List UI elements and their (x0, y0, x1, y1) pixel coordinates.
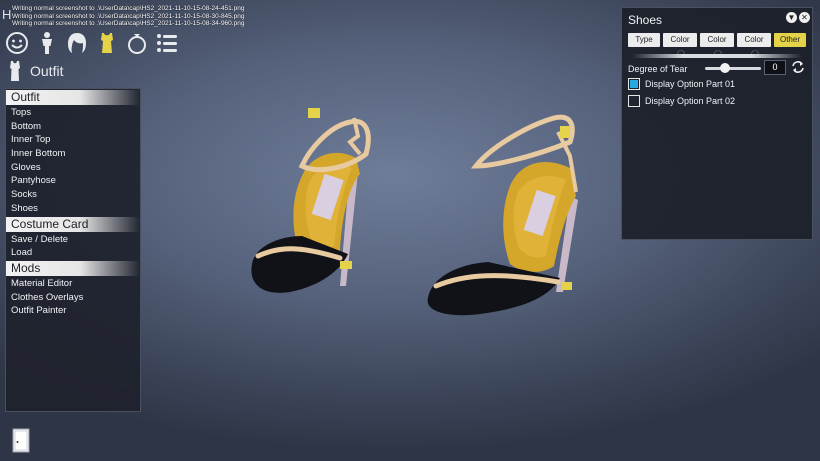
checkbox-part-01[interactable] (628, 78, 640, 90)
hair-icon[interactable] (64, 30, 90, 56)
menu-item-shoes[interactable]: Shoes (6, 202, 140, 216)
divider (632, 54, 802, 58)
reset-icon[interactable] (791, 60, 805, 74)
menu-item-tops[interactable]: Tops (6, 106, 140, 120)
screenshot-log: Writing normal screenshot to .\UserData\… (12, 5, 244, 28)
accessory-icon[interactable] (124, 30, 150, 56)
menu-item-outfit-painter[interactable]: Outfit Painter (6, 304, 140, 318)
tab-color-2[interactable]: Color2 (700, 33, 734, 58)
list-icon[interactable] (154, 30, 180, 56)
shoe-preview (251, 108, 578, 316)
menu-section-costume-card: Costume Card (6, 216, 140, 232)
menu-section-outfit: Outfit (6, 90, 140, 105)
menu-item-clothes-overlays[interactable]: Clothes Overlays (6, 291, 140, 305)
right-shoe (427, 114, 578, 316)
menu-item-bottom[interactable]: Bottom (6, 120, 140, 134)
menu-item-load[interactable]: Load (6, 246, 140, 260)
menu-item-gloves[interactable]: Gloves (6, 161, 140, 175)
tab-other[interactable]: Other (774, 33, 806, 47)
menu-item-socks[interactable]: Socks (6, 188, 140, 202)
option-label: Display Option Part 01 (645, 79, 736, 89)
section-title: Outfit (30, 63, 64, 79)
exit-door-icon[interactable] (12, 428, 30, 453)
option-label: Display Option Part 02 (645, 96, 736, 106)
panel-title: Shoes (628, 13, 663, 27)
tear-slider-thumb[interactable] (720, 63, 730, 73)
close-button[interactable]: ✕ (799, 12, 810, 23)
outfit-icon[interactable] (94, 30, 120, 56)
category-toolbar (4, 30, 180, 56)
section-header: Outfit (6, 60, 63, 82)
outfit-menu-panel: Outfit Tops Bottom Inner Top Inner Botto… (5, 88, 141, 412)
tear-label: Degree of Tear (628, 64, 688, 74)
body-icon[interactable] (34, 30, 60, 56)
menu-item-save-delete[interactable]: Save / Delete (6, 233, 140, 247)
log-line: Writing normal screenshot to .\UserData\… (12, 20, 245, 28)
left-shoe (251, 108, 371, 293)
tear-value-input[interactable]: 0 (764, 60, 786, 75)
tab-color-3[interactable]: Color3 (737, 33, 771, 58)
corner-letter: H (2, 7, 12, 22)
menu-item-inner-top[interactable]: Inner Top (6, 133, 140, 147)
menu-item-pantyhose[interactable]: Pantyhose (6, 174, 140, 188)
option-part-02[interactable]: Display Option Part 02 (628, 95, 735, 107)
face-icon[interactable] (4, 30, 30, 56)
tab-type[interactable]: Type (628, 33, 660, 47)
shoes-panel: Shoes ▼ ✕ Type Color1 Color2 Color3 Othe… (621, 7, 813, 240)
menu-item-inner-bottom[interactable]: Inner Bottom (6, 147, 140, 161)
shirt-icon (10, 61, 20, 81)
menu-item-material-editor[interactable]: Material Editor (6, 277, 140, 291)
tear-slider[interactable] (705, 67, 761, 70)
checkbox-part-02[interactable] (628, 95, 640, 107)
shoe-tabs: Type Color1 Color2 Color3 Other (628, 33, 806, 58)
log-line: Writing normal screenshot to .\UserData\… (12, 5, 245, 12)
tab-color-1[interactable]: Color1 (663, 33, 697, 58)
collapse-button[interactable]: ▼ (786, 12, 797, 23)
option-part-01[interactable]: Display Option Part 01 (628, 78, 735, 90)
menu-section-mods: Mods (6, 260, 140, 276)
